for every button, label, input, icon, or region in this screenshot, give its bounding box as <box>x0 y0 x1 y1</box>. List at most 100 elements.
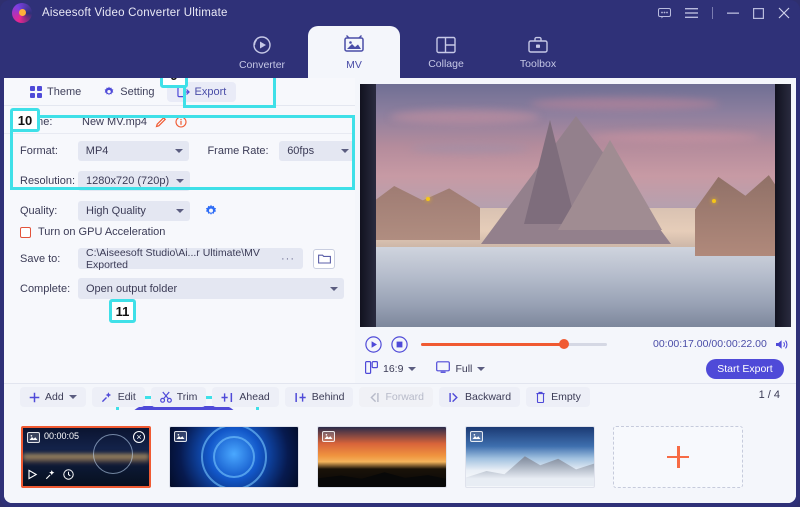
quality-label: Quality: <box>20 205 58 217</box>
highlight-export-subtab <box>183 78 276 108</box>
save-to-row: Save to: C:\Aiseesoft Studio\Ai...r Ulti… <box>20 247 335 271</box>
behind-button[interactable]: Behind <box>284 387 354 407</box>
thumbnail-item[interactable] <box>169 425 299 488</box>
gpu-checkbox[interactable] <box>20 226 31 238</box>
content-area: Theme Setting Export Name: New MV. <box>4 78 796 503</box>
behind-button-label: Behind <box>311 391 345 403</box>
insert-behind-icon <box>294 392 307 403</box>
thumbnail-tools <box>27 468 74 483</box>
thumbnail-item[interactable] <box>317 425 447 488</box>
monitor-icon <box>436 361 451 377</box>
aspect-ratio-value: 16:9 <box>383 363 404 375</box>
move-backward-icon <box>448 392 460 403</box>
tab-mv-label: MV <box>346 58 362 71</box>
collage-icon <box>435 35 457 55</box>
progress-knob[interactable] <box>559 339 570 349</box>
aspect-ratio-control[interactable]: 16:9 <box>365 361 417 377</box>
forward-button-label: Forward <box>385 391 424 403</box>
close-icon[interactable] <box>778 7 790 19</box>
tab-toolbox[interactable]: Toolbox <box>492 26 584 78</box>
thumbnail-item[interactable] <box>465 425 595 488</box>
preview-lamp-left <box>426 197 430 201</box>
preview-pane: 00:00:17.00/00:00:22.00 16:9 Full Start … <box>355 78 796 383</box>
complete-action-row: Complete: Open output folder <box>20 278 344 299</box>
empty-button[interactable]: Empty <box>526 387 590 407</box>
insert-ahead-icon <box>221 392 234 403</box>
toolbox-icon <box>527 35 549 55</box>
complete-label: Complete: <box>20 282 71 295</box>
play-icon[interactable] <box>27 468 38 483</box>
chevron-down-icon <box>408 367 417 371</box>
preview-letterbox-right <box>775 84 791 327</box>
preview-lamp-right <box>712 199 716 203</box>
gear-icon <box>103 86 115 98</box>
thumbnail-duration: 00:00:05 <box>44 430 80 441</box>
magic-wand-icon[interactable] <box>45 469 56 483</box>
magic-wand-icon <box>101 391 113 403</box>
subtab-theme[interactable]: Theme <box>20 82 91 102</box>
complete-value: Open output folder <box>86 282 178 295</box>
thumbnail-item[interactable]: 00:00:05 × <box>21 425 151 488</box>
annotation-badge-9: 9 <box>160 78 188 88</box>
screen-mode-control[interactable]: Full <box>436 361 486 377</box>
media-type-icon <box>470 430 483 442</box>
gear-icon[interactable] <box>204 204 218 218</box>
player-transport-row: 00:00:17.00/00:00:22.00 <box>365 332 790 356</box>
progress-fill <box>421 342 565 346</box>
thumb-shape <box>213 435 255 478</box>
highlight-export-settings <box>10 115 355 190</box>
gpu-label: Turn on GPU Acceleration <box>38 226 166 238</box>
progress-slider[interactable] <box>421 339 607 349</box>
chevron-down-icon[interactable] <box>68 395 77 399</box>
save-to-path[interactable]: C:\Aiseesoft Studio\Ai...r Ultimate\MV E… <box>78 247 303 271</box>
chevron-down-icon <box>176 209 184 213</box>
preview-mountain-right <box>557 140 662 230</box>
edit-button[interactable]: Edit <box>91 387 145 407</box>
quality-select[interactable]: High Quality <box>78 201 190 221</box>
play-icon[interactable] <box>365 335 383 353</box>
subtab-setting[interactable]: Setting <box>93 82 164 102</box>
browse-more-icon[interactable]: ··· <box>281 253 295 265</box>
maximize-icon[interactable] <box>753 7 764 19</box>
tab-converter[interactable]: Converter <box>216 26 308 78</box>
ahead-button[interactable]: Ahead <box>212 387 279 407</box>
stop-icon[interactable] <box>391 335 409 353</box>
volume-icon[interactable] <box>775 338 790 351</box>
backward-button-label: Backward <box>464 391 512 403</box>
tab-collage[interactable]: Collage <box>400 26 492 78</box>
complete-select[interactable]: Open output folder <box>78 278 344 299</box>
mv-icon <box>342 34 366 56</box>
trim-button[interactable]: Trim <box>150 387 207 407</box>
scissors-icon <box>159 391 172 403</box>
tab-mv[interactable]: MV <box>308 26 400 78</box>
window-controls <box>658 0 790 26</box>
start-export-button-player[interactable]: Start Export <box>706 359 784 379</box>
quality-value: High Quality <box>86 205 146 217</box>
minimize-icon[interactable] <box>727 8 739 18</box>
gpu-acceleration-row[interactable]: Turn on GPU Acceleration <box>20 226 165 238</box>
backward-button[interactable]: Backward <box>438 387 521 407</box>
folder-icon[interactable] <box>313 248 335 269</box>
clock-icon[interactable] <box>63 468 74 483</box>
plus-icon <box>667 445 689 468</box>
preview-snow <box>360 246 791 327</box>
forward-button[interactable]: Forward <box>359 387 433 407</box>
add-button-label: Add <box>45 391 64 403</box>
trash-icon <box>535 391 546 403</box>
video-preview[interactable] <box>360 84 791 327</box>
player-options-row: 16:9 Full Start Export <box>365 357 790 381</box>
add-media-tile[interactable] <box>613 425 743 488</box>
thumb-dome <box>93 433 133 474</box>
add-button[interactable]: Add <box>20 387 86 407</box>
chevron-down-icon <box>330 286 338 291</box>
toolbar-divider <box>712 7 713 19</box>
feedback-icon[interactable] <box>658 7 671 19</box>
media-type-icon <box>27 431 40 443</box>
close-icon[interactable]: × <box>133 430 145 443</box>
chevron-down-icon <box>477 367 486 371</box>
main-tabs: Converter MV Collage Toolbox <box>0 26 800 78</box>
menu-icon[interactable] <box>685 8 698 18</box>
time-display: 00:00:17.00/00:00:22.00 <box>653 338 767 350</box>
preview-letterbox-left <box>360 84 376 327</box>
annotation-badge-10: 10 <box>10 108 40 132</box>
